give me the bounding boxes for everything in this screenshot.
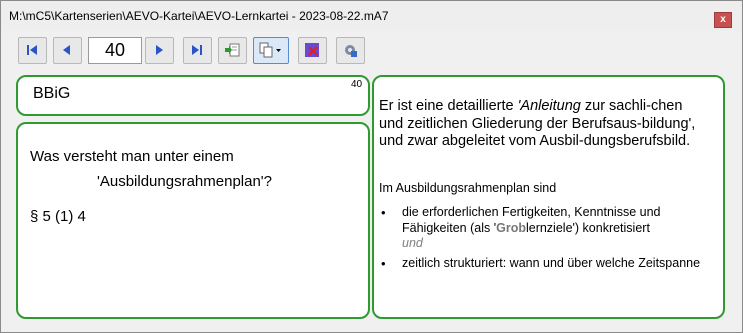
connector-word: und bbox=[402, 236, 423, 250]
prev-icon bbox=[63, 45, 70, 55]
window-title: M:\mC5\Kartenserien\AEVO-Kartei\AEVO-Ler… bbox=[9, 9, 389, 23]
previous-card-button[interactable] bbox=[53, 37, 82, 64]
last-icon bbox=[192, 45, 202, 55]
answer-subheading: Im Ausbildungsrahmenplan sind bbox=[379, 181, 557, 195]
bullet-dot-2: • bbox=[381, 256, 386, 271]
question-line-2: 'Ausbildungsrahmenplan'? bbox=[97, 173, 273, 190]
delete-icon bbox=[305, 43, 319, 57]
bullet-dot-1: • bbox=[381, 205, 386, 220]
answer-intro-a: Er ist eine detaillierte bbox=[379, 98, 518, 114]
legal-reference: § 5 (1) 4 bbox=[30, 208, 86, 225]
title-bar[interactable]: M:\mC5\Kartenserien\AEVO-Kartei\AEVO-Ler… bbox=[1, 1, 742, 31]
answer-text: Er ist eine detaillierte 'Anleitung zur … bbox=[379, 98, 709, 151]
next-icon bbox=[156, 45, 163, 55]
import-icon bbox=[225, 43, 240, 57]
settings-icon bbox=[345, 45, 357, 57]
bullet-item-1: die erforderlichen Fertigkeiten, Kenntni… bbox=[402, 204, 712, 236]
card-number-input[interactable]: 40 bbox=[88, 37, 142, 64]
answer-intro-em: 'Anleitung bbox=[517, 98, 581, 114]
next-card-button[interactable] bbox=[145, 37, 174, 64]
copy-icon bbox=[259, 42, 281, 58]
app-window: M:\mC5\Kartenserien\AEVO-Kartei\AEVO-Ler… bbox=[0, 0, 743, 333]
bullet1-grey: Grob bbox=[496, 221, 526, 235]
copy-dropdown-button[interactable] bbox=[253, 37, 289, 64]
bullet-item-2: zeitlich strukturiert: wann und über wel… bbox=[402, 256, 701, 270]
card-number-label: 40 bbox=[351, 79, 363, 90]
toolbar: 40 bbox=[1, 31, 742, 71]
question-line-1: Was versteht man unter einem bbox=[30, 148, 234, 165]
first-icon bbox=[27, 45, 37, 55]
import-button[interactable] bbox=[218, 37, 247, 64]
last-card-button[interactable] bbox=[183, 37, 212, 64]
bullet1-b: lernziele') konkretisiert bbox=[525, 221, 650, 235]
delete-card-button[interactable] bbox=[298, 37, 327, 64]
card-topic: BBiG bbox=[33, 85, 71, 102]
first-card-button[interactable] bbox=[18, 37, 47, 64]
close-button[interactable]: x bbox=[714, 12, 732, 28]
settings-button[interactable] bbox=[336, 37, 365, 64]
